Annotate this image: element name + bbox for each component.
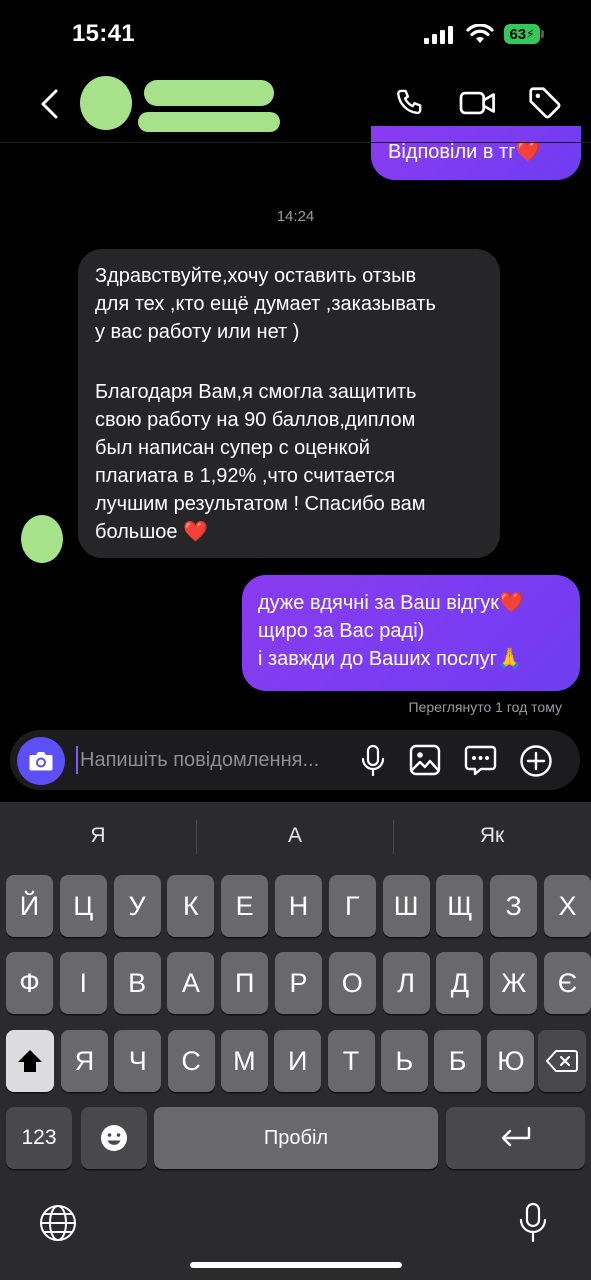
camera-button[interactable] bbox=[17, 737, 65, 785]
suggestion-2[interactable]: А bbox=[197, 824, 393, 848]
seen-status: Переглянуто 1 год тому bbox=[408, 699, 562, 715]
return-icon bbox=[501, 1126, 530, 1147]
mic-icon[interactable] bbox=[360, 744, 386, 778]
home-indicator bbox=[190, 1262, 402, 1268]
phone-icon[interactable] bbox=[394, 86, 428, 120]
key-letter[interactable]: І bbox=[59, 952, 107, 1014]
globe-icon[interactable] bbox=[38, 1203, 78, 1243]
key-letter[interactable]: К bbox=[167, 875, 215, 937]
emoji-icon bbox=[101, 1125, 127, 1151]
space-key[interactable]: Пробіл bbox=[154, 1107, 438, 1169]
incoming-line: большое ❤️ bbox=[95, 521, 208, 543]
incoming-message-bubble[interactable]: Здравствуйте,хочу оставить отзыв для тех… bbox=[78, 249, 500, 558]
incoming-line: Здравствуйте,хочу оставить отзыв bbox=[95, 265, 417, 287]
video-icon[interactable] bbox=[458, 86, 498, 120]
key-letter[interactable]: Р bbox=[275, 952, 322, 1014]
shift-key[interactable] bbox=[6, 1030, 54, 1092]
incoming-line: Благодаря Вам,я смогла защитить bbox=[95, 381, 417, 403]
text-caret bbox=[76, 746, 78, 774]
key-letter[interactable]: Ш bbox=[382, 875, 430, 937]
contact-avatar[interactable] bbox=[80, 76, 132, 130]
key-letter[interactable]: Л bbox=[382, 952, 430, 1014]
outgoing-text: дуже вдячні за Ваш відгук❤️ щиро за Вас … bbox=[258, 589, 524, 673]
key-letter[interactable]: Ж bbox=[490, 952, 538, 1014]
chat-bubble-icon[interactable] bbox=[464, 744, 497, 777]
return-key[interactable] bbox=[446, 1107, 585, 1169]
dictation-mic-icon[interactable] bbox=[518, 1202, 548, 1244]
key-letter[interactable]: У bbox=[113, 875, 161, 937]
key-letter[interactable]: М bbox=[220, 1030, 268, 1092]
backspace-key[interactable] bbox=[538, 1030, 586, 1092]
outgoing-line: і завжди до Ваших послуг🙏 bbox=[258, 648, 522, 670]
outgoing-message-bubble[interactable]: дуже вдячні за Ваш відгук❤️ щиро за Вас … bbox=[242, 575, 580, 691]
battery-indicator: 63 ⚡ bbox=[504, 24, 540, 44]
shift-arrow-icon bbox=[18, 1050, 42, 1072]
contact-name-redacted[interactable] bbox=[144, 80, 274, 106]
key-letter[interactable]: Г bbox=[328, 875, 376, 937]
key-letter[interactable]: О bbox=[328, 952, 376, 1014]
incoming-line: лучшим результатом ! Спасибо вам bbox=[95, 493, 426, 515]
previous-outgoing-bubble[interactable]: Відповіли в тг❤️ bbox=[371, 126, 581, 180]
incoming-line: для тех ,кто ещё думает ,заказывать bbox=[95, 293, 436, 315]
key-letter[interactable]: Х bbox=[544, 875, 591, 937]
key-letter[interactable]: П bbox=[221, 952, 269, 1014]
backspace-icon bbox=[546, 1050, 578, 1072]
key-letter[interactable]: Ч bbox=[114, 1030, 162, 1092]
incoming-line: у вас работу или нет ) bbox=[95, 321, 300, 343]
key-letter[interactable]: Е bbox=[221, 875, 269, 937]
key-letter[interactable]: Щ bbox=[436, 875, 484, 937]
battery-tip bbox=[541, 30, 544, 38]
incoming-paragraph-1: Здравствуйте,хочу оставить отзыв для тех… bbox=[95, 262, 436, 346]
message-timestamp: 14:24 bbox=[276, 208, 315, 225]
key-letter[interactable]: Й bbox=[6, 875, 53, 937]
header-divider-overlay bbox=[0, 142, 591, 143]
key-letter[interactable]: И bbox=[274, 1030, 322, 1092]
key-letter[interactable]: Т bbox=[327, 1030, 375, 1092]
key-letter[interactable]: В bbox=[113, 952, 161, 1014]
key-letter[interactable]: Ф bbox=[6, 952, 53, 1014]
key-letter[interactable]: Д bbox=[436, 952, 484, 1014]
key-letter[interactable]: Ц bbox=[59, 875, 107, 937]
emoji-key[interactable] bbox=[81, 1107, 147, 1169]
key-letter[interactable]: З bbox=[490, 875, 538, 937]
message-input[interactable]: Напишіть повідомлення... bbox=[80, 749, 319, 772]
contact-username-redacted[interactable] bbox=[138, 112, 280, 132]
tag-icon[interactable] bbox=[526, 84, 564, 122]
key-letter[interactable]: А bbox=[167, 952, 215, 1014]
numbers-key[interactable]: 123 bbox=[6, 1107, 72, 1169]
outgoing-line: щиро за Вас раді) bbox=[258, 620, 425, 642]
wifi-icon bbox=[466, 24, 494, 43]
incoming-line: плагиата в 1,92% ,что считается bbox=[95, 465, 396, 487]
key-letter[interactable]: Б bbox=[434, 1030, 482, 1092]
incoming-line: был написан супер с оценкой bbox=[95, 437, 370, 459]
key-letter[interactable]: Я bbox=[61, 1030, 108, 1092]
outgoing-line: дуже вдячні за Ваш відгук❤️ bbox=[258, 592, 524, 614]
signal-icon bbox=[424, 26, 453, 44]
status-time: 15:41 bbox=[72, 20, 135, 47]
plus-circle-icon[interactable] bbox=[519, 744, 553, 778]
suggestion-1[interactable]: Я bbox=[0, 824, 196, 848]
image-icon[interactable] bbox=[409, 744, 441, 776]
key-letter[interactable]: С bbox=[167, 1030, 215, 1092]
chevron-left-icon[interactable] bbox=[38, 88, 62, 120]
key-letter[interactable]: Н bbox=[275, 875, 322, 937]
suggestion-3[interactable]: Як bbox=[394, 824, 590, 848]
incoming-line: свою работу на 90 баллов,диплом bbox=[95, 409, 416, 431]
sender-avatar[interactable] bbox=[21, 515, 63, 563]
camera-icon bbox=[29, 752, 53, 771]
key-letter[interactable]: Ю bbox=[487, 1030, 535, 1092]
key-letter[interactable]: Ь bbox=[380, 1030, 428, 1092]
battery-level: 63 bbox=[509, 25, 527, 43]
incoming-paragraph-2: Благодаря Вам,я смогла защитить свою раб… bbox=[95, 378, 426, 546]
key-letter[interactable]: Є bbox=[544, 952, 591, 1014]
